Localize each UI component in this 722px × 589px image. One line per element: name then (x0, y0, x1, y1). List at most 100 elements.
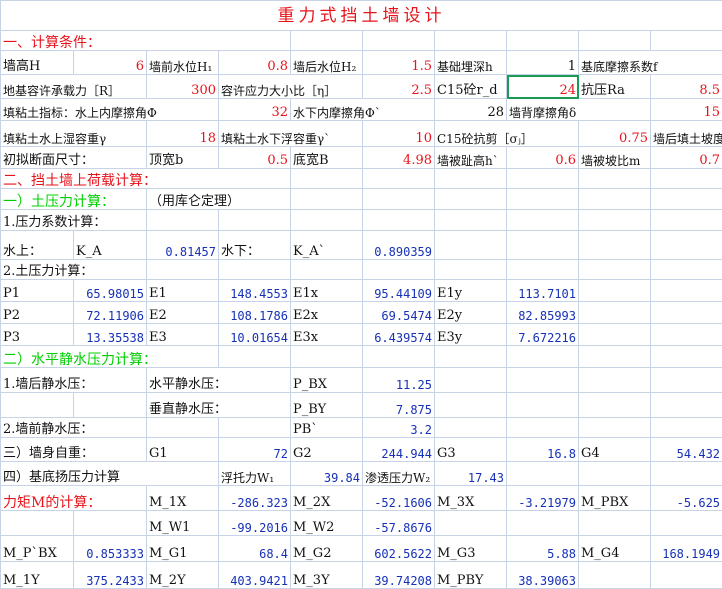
label-concrete-density[interactable]: C15砼r_d (435, 75, 507, 99)
label-bottom-width[interactable]: 底宽B (291, 147, 363, 169)
cell[interactable] (579, 393, 651, 418)
label-e2[interactable]: E2 (147, 302, 219, 324)
label-m2x[interactable]: M_2X (291, 486, 363, 511)
label-compressive[interactable]: 抗压Ra (579, 75, 651, 99)
label-e3[interactable]: E3 (147, 324, 219, 346)
cell[interactable] (363, 31, 435, 51)
cell[interactable] (579, 231, 651, 260)
label-back-water-level[interactable]: 墙后水位H₂ (291, 51, 363, 75)
cell[interactable] (74, 511, 147, 536)
cell[interactable] (579, 302, 651, 324)
value-concrete-density[interactable]: 24 (507, 75, 579, 99)
label-mpbx[interactable]: M_PBX (579, 486, 651, 511)
value-mpbx[interactable]: -5.625 (651, 486, 722, 511)
cell[interactable] (507, 31, 579, 51)
value-p3[interactable]: 13.35538 (74, 324, 147, 346)
cell[interactable] (435, 511, 507, 536)
value-m1x[interactable]: -286.323 (219, 486, 291, 511)
value-g3[interactable]: 16.8 (507, 438, 579, 462)
cell[interactable] (435, 260, 507, 280)
label-e1y[interactable]: E1y (435, 280, 507, 302)
cell[interactable] (579, 210, 651, 231)
label-mg1[interactable]: M_G1 (147, 536, 219, 562)
cell[interactable] (291, 189, 363, 210)
cell[interactable] (579, 324, 651, 346)
value-back-water-level[interactable]: 1.5 (363, 51, 435, 75)
label-seepage[interactable]: 渗透压力W₂ (363, 462, 435, 486)
label-top-width[interactable]: 顶宽b (147, 147, 219, 169)
cell[interactable] (651, 562, 722, 589)
value-pb-prime[interactable]: 3.2 (363, 418, 435, 438)
cell[interactable] (507, 189, 579, 210)
label-foundation-depth[interactable]: 基础埋深h (435, 51, 507, 75)
cell[interactable] (435, 346, 507, 368)
value-toe-height[interactable]: 0.6 (507, 147, 579, 169)
cell[interactable] (507, 511, 579, 536)
cell[interactable] (219, 418, 291, 438)
value-buoyancy[interactable]: 39.84 (291, 462, 363, 486)
label-m2y[interactable]: M_2Y (147, 562, 219, 589)
value-wall-friction-angle[interactable]: 15 (651, 99, 722, 121)
label-m1y[interactable]: M_1Y (1, 562, 74, 589)
value-ka-prime[interactable]: 0.890359 (363, 231, 435, 260)
cell[interactable] (651, 462, 722, 486)
cell[interactable] (435, 189, 507, 210)
spreadsheet-grid[interactable]: 重力式挡土墙设计 一、计算条件： 墙高H 6 墙前水位H₁ 0.8 墙后水位H₂… (0, 0, 722, 589)
label-coef-calc[interactable]: 1.压力系数计算： (1, 210, 147, 231)
label-uplift-calc[interactable]: 四）基底扬压力计算 (1, 462, 219, 486)
label-p1[interactable]: P1 (1, 280, 74, 302)
cell[interactable] (435, 368, 507, 393)
cell[interactable] (651, 260, 722, 280)
value-p2[interactable]: 72.11906 (74, 302, 147, 324)
cell[interactable] (1, 511, 74, 536)
cell[interactable] (363, 189, 435, 210)
label-p2[interactable]: P2 (1, 302, 74, 324)
cell[interactable] (651, 346, 722, 368)
cell[interactable] (651, 418, 722, 438)
label-moment-calc[interactable]: 力矩M的计算： (1, 486, 147, 511)
cell[interactable] (651, 210, 722, 231)
value-e1x[interactable]: 95.44109 (363, 280, 435, 302)
value-m3y[interactable]: 39.74208 (363, 562, 435, 589)
cell[interactable] (507, 418, 579, 438)
label-pby[interactable]: P_BY (291, 393, 363, 418)
cell[interactable] (579, 189, 651, 210)
section-load-calc[interactable]: 二、挡土墙上荷载计算： (1, 169, 291, 189)
label-toe-height[interactable]: 墙被趾高h` (435, 147, 507, 169)
label-mg3[interactable]: M_G3 (435, 536, 507, 562)
cell[interactable] (651, 231, 722, 260)
cell[interactable] (147, 260, 219, 280)
value-bottom-width[interactable]: 4.98 (363, 147, 435, 169)
cell[interactable] (74, 393, 147, 418)
sheet-title[interactable]: 重力式挡土墙设计 (1, 1, 722, 31)
value-mg4[interactable]: 168.1949 (651, 536, 722, 562)
label-e3x[interactable]: E3x (291, 324, 363, 346)
value-e3[interactable]: 10.01654 (219, 324, 291, 346)
section-earth-pressure[interactable]: 一）土压力计算： (1, 189, 147, 210)
label-self-weight[interactable]: 三）墙身自重： (1, 438, 147, 462)
value-e1y[interactable]: 113.7101 (507, 280, 579, 302)
value-ka[interactable]: 0.81457 (147, 231, 219, 260)
label-friction-angle-below[interactable]: 水下内摩擦角Φ` (291, 99, 435, 121)
label-g1[interactable]: G1 (147, 438, 219, 462)
cell[interactable] (507, 231, 579, 260)
cell[interactable] (147, 418, 219, 438)
value-e3x[interactable]: 6.439574 (363, 324, 435, 346)
cell[interactable] (363, 210, 435, 231)
cell[interactable] (579, 346, 651, 368)
cell[interactable] (507, 346, 579, 368)
label-g3[interactable]: G3 (435, 438, 507, 462)
cell[interactable] (291, 260, 363, 280)
label-mpby[interactable]: M_PBY (435, 562, 507, 589)
value-back-slope-ratio[interactable]: 0.7 (651, 147, 722, 169)
label-wall-friction-angle[interactable]: 墙背摩擦角δ (507, 99, 651, 121)
label-e2x[interactable]: E2x (291, 302, 363, 324)
value-m2y[interactable]: 403.9421 (219, 562, 291, 589)
label-bearing-capacity[interactable]: 地基容许承载力［R］ (1, 75, 147, 99)
value-mpby[interactable]: 38.39063 (507, 562, 579, 589)
label-wall-height[interactable]: 墙高H (1, 51, 74, 75)
label-back-hydrostatic[interactable]: 1.墙后静水压： (1, 368, 147, 393)
cell[interactable] (507, 393, 579, 418)
cell[interactable] (579, 511, 651, 536)
cell[interactable] (651, 302, 722, 324)
